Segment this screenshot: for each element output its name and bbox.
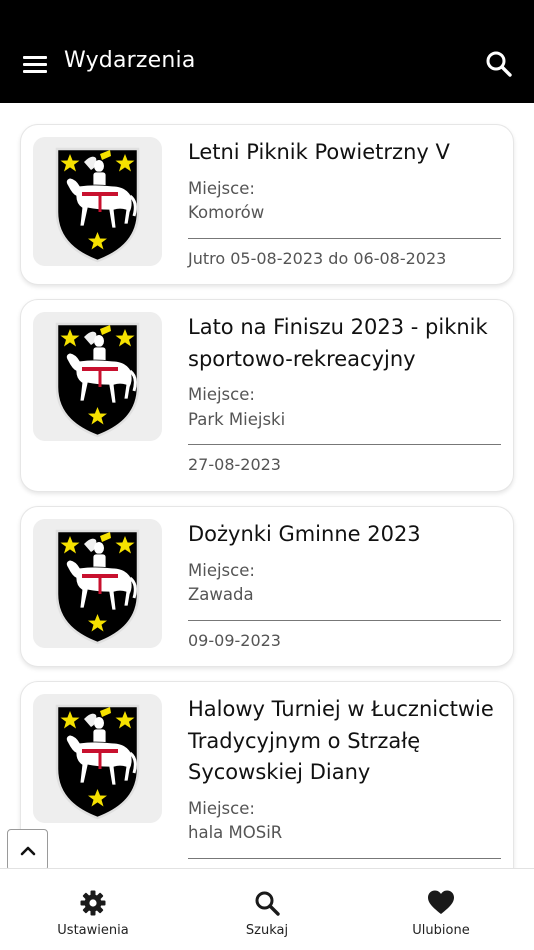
- event-place: Zawada: [188, 585, 254, 604]
- event-card[interactable]: Letni Piknik Powietrzny V Miejsce: Komor…: [20, 124, 514, 285]
- nav-label: Szukaj: [245, 923, 289, 938]
- nav-label: Ustawienia: [57, 923, 129, 938]
- event-place: Park Miejski: [188, 409, 286, 429]
- event-place: hala MOSiR: [188, 823, 283, 842]
- event-date: Jutro 05-08-2023 do 06-08-2023: [188, 248, 447, 268]
- coat-of-arms-logo: [33, 137, 162, 266]
- event-card[interactable]: Dożynki Gminne 2023 Miejsce: Zawada 09-0…: [20, 506, 514, 667]
- divider: [188, 857, 501, 859]
- nav-label: Ulubione: [412, 923, 470, 938]
- divider: [188, 237, 501, 239]
- event-title: Halowy Turniej w Łucznictwie Tradycyjnym…: [188, 697, 494, 784]
- divider: [188, 619, 501, 621]
- top-app-bar: Wydarzenia: [0, 0, 534, 103]
- event-place-label: Miejsce:: [188, 798, 255, 818]
- coat-of-arms-logo: [33, 694, 162, 823]
- event-title: Lato na Finiszu 2023 - piknik sportowo-r…: [188, 315, 488, 371]
- heart-icon: [428, 890, 454, 914]
- nav-item-settings[interactable]: Ustawienia: [4, 869, 182, 950]
- event-place-label: Miejsce:: [188, 560, 255, 580]
- divider: [188, 444, 501, 445]
- bottom-navigation: Ustawienia Szukaj Ulubione: [0, 868, 534, 950]
- event-card[interactable]: Halowy Turniej w Łucznictwie Tradycyjnym…: [20, 681, 514, 868]
- hamburger-menu-icon[interactable]: [21, 52, 49, 76]
- app-screen: Wydarzenia Letni Piknik Powietrzny V Mie…: [0, 0, 534, 950]
- chevron-up-icon: [20, 846, 36, 856]
- coat-of-arms-logo: [33, 519, 162, 648]
- event-place: Komorów: [188, 203, 265, 222]
- gear-icon: [80, 890, 106, 916]
- event-date: 27-08-2023: [188, 455, 281, 474]
- event-date: 09-09-2023: [188, 630, 281, 650]
- search-icon: [255, 891, 280, 916]
- event-title: Letni Piknik Powietrzny V: [188, 140, 450, 164]
- event-place-label: Miejsce:: [188, 178, 255, 198]
- search-icon[interactable]: [484, 49, 514, 79]
- scroll-to-top-button[interactable]: [7, 829, 48, 871]
- event-list[interactable]: Letni Piknik Powietrzny V Miejsce: Komor…: [0, 103, 534, 868]
- event-title: Dożynki Gminne 2023: [188, 522, 421, 546]
- page-title: Wydarzenia: [64, 48, 196, 73]
- event-card[interactable]: Lato na Finiszu 2023 - piknik sportowo-r…: [20, 299, 514, 492]
- nav-item-search[interactable]: Szukaj: [178, 869, 356, 950]
- coat-of-arms-logo: [33, 312, 162, 441]
- nav-item-favorites[interactable]: Ulubione: [352, 869, 530, 950]
- event-place-label: Miejsce:: [188, 385, 255, 404]
